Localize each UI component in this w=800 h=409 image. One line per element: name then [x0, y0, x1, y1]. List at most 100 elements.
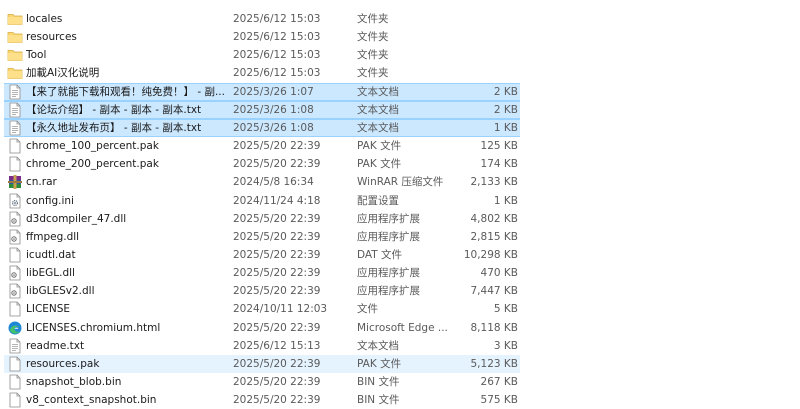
file-size: 125 KB	[480, 140, 518, 153]
file-row[interactable]: ffmpeg.dll 2025/5/20 22:39 应用程序扩展 2,815 KB	[0, 228, 800, 246]
file-list: locales 2025/6/12 15:03 文件夹 resources 2025/6…	[0, 0, 800, 406]
file-size: 5 KB	[493, 303, 518, 316]
file-date-modified: 2025/6/12 15:03	[233, 67, 321, 80]
file-row[interactable]: chrome_100_percent.pak 2025/5/20 22:39 PAK…	[0, 137, 800, 155]
file-size: 174 KB	[480, 158, 518, 171]
file-type: 文本文档	[357, 85, 399, 98]
file-name: libGLESv2.dll	[26, 285, 95, 298]
file-size: 5,123 KB	[470, 357, 519, 370]
winrar-icon	[7, 174, 23, 190]
file-size: 1 KB	[493, 194, 518, 207]
file-date-modified: 2025/5/20 22:39	[233, 140, 321, 153]
file-date-modified: 2025/5/20 22:39	[233, 376, 321, 388]
file-name: 【论坛介绍】 - 副本 - 副本 - 副本.txt	[26, 103, 202, 116]
dll-icon	[7, 211, 23, 227]
file-date-modified: 2025/5/20 22:39	[233, 285, 321, 298]
file-row[interactable]: cn.rar 2024/5/8 16:34 WinRAR 压缩文件 2,133 KB	[0, 173, 800, 191]
file-date-modified: 2024/11/24 4:18	[233, 194, 321, 207]
file-name: resources.pak	[26, 357, 100, 370]
file-row[interactable]: d3dcompiler_47.dll 2025/5/20 22:39 应用程序扩展 4…	[0, 210, 800, 228]
file-name: locales	[26, 13, 63, 25]
file-name: icudtl.dat	[26, 248, 76, 261]
file-type: 应用程序扩展	[357, 212, 420, 225]
file-size: 575 KB	[480, 394, 518, 407]
folder-icon	[7, 47, 23, 63]
file-name: ffmpeg.dll	[26, 230, 80, 243]
file-size: 4,802 KB	[470, 212, 519, 225]
settings-file-icon	[7, 193, 23, 209]
file-size: 7,447 KB	[470, 285, 519, 298]
text-file-icon	[7, 120, 23, 136]
file-name: LICENSE	[26, 303, 71, 316]
file-icon	[7, 374, 23, 390]
file-row[interactable]: 加載AI汉化说明 2025/6/12 15:03 文件夹	[0, 64, 800, 82]
file-name: Tool	[26, 49, 47, 62]
file-date-modified: 2025/6/12 15:13	[233, 339, 321, 352]
file-date-modified: 2025/5/20 22:39	[233, 248, 321, 261]
file-row[interactable]: icudtl.dat 2025/5/20 22:39 DAT 文件 10,298 KB	[0, 246, 800, 264]
file-name: resources	[26, 31, 77, 44]
file-date-modified: 2025/5/20 22:39	[233, 267, 321, 280]
file-date-modified: 2024/5/8 16:34	[233, 176, 314, 189]
text-file-icon	[7, 102, 23, 118]
file-date-modified: 2025/5/20 22:39	[233, 230, 321, 243]
folder-icon	[7, 29, 23, 45]
file-type: 文件夹	[357, 49, 389, 62]
file-type: 文件夹	[357, 13, 389, 25]
file-type: Microsoft Edge ...	[357, 321, 448, 334]
file-name: chrome_100_percent.pak	[26, 140, 159, 153]
dll-icon	[7, 229, 23, 245]
file-row[interactable]: 【来了就能下载和观看！纯免费！】 - 副... 2025/3/26 1:07 文本文…	[0, 82, 800, 101]
file-row[interactable]: libEGL.dll 2025/5/20 22:39 应用程序扩展 470 KB	[0, 264, 800, 282]
file-row[interactable]: 【永久地址发布页】 - 副本 - 副本.txt 2025/3/26 1:08 文本文…	[0, 118, 800, 137]
file-type: BIN 文件	[357, 394, 400, 407]
file-type: 文件夹	[357, 31, 389, 44]
file-row[interactable]: LICENSES.chromium.html 2025/5/20 22:39 Mic…	[0, 319, 800, 337]
file-row[interactable]: v8_context_snapshot.bin 2025/5/20 22:39 BI…	[0, 391, 800, 409]
file-row[interactable]: libGLESv2.dll 2025/5/20 22:39 应用程序扩展 7,447 …	[0, 282, 800, 300]
file-row[interactable]: Tool 2025/6/12 15:03 文件夹	[0, 46, 800, 64]
file-type: 文本文档	[357, 121, 399, 134]
dll-icon	[7, 283, 23, 299]
file-row[interactable]: snapshot_blob.bin 2025/5/20 22:39 BIN 文件 26…	[0, 373, 800, 391]
file-type: 配置设置	[357, 194, 399, 207]
file-icon	[7, 156, 23, 172]
file-size: 3 KB	[493, 339, 518, 352]
file-date-modified: 2025/3/26 1:08	[233, 103, 314, 116]
file-type: 文件夹	[357, 67, 389, 80]
file-name: snapshot_blob.bin	[26, 376, 122, 388]
file-size: 470 KB	[480, 267, 518, 280]
file-size: 267 KB	[480, 376, 518, 388]
file-row[interactable]: 【论坛介绍】 - 副本 - 副本 - 副本.txt 2025/3/26 1:08 文…	[0, 100, 800, 119]
file-size: 8,118 KB	[470, 321, 519, 334]
file-date-modified: 2025/6/12 15:03	[233, 31, 321, 44]
file-size: 10,298 KB	[463, 248, 518, 261]
file-row[interactable]: resources.pak 2025/5/20 22:39 PAK 文件 5,123 …	[0, 354, 800, 373]
file-row[interactable]: config.ini 2024/11/24 4:18 配置设置 1 KB	[0, 192, 800, 210]
file-type: 文本文档	[357, 103, 399, 116]
file-icon	[7, 356, 23, 372]
file-date-modified: 2025/5/20 22:39	[233, 394, 321, 407]
file-row[interactable]: LICENSE 2024/10/11 12:03 文件 5 KB	[0, 300, 800, 318]
file-name: libEGL.dll	[26, 267, 75, 280]
file-row[interactable]: chrome_200_percent.pak 2025/5/20 22:39 PAK…	[0, 155, 800, 173]
file-type: 文件	[357, 303, 378, 316]
file-row[interactable]: locales 2025/6/12 15:03 文件夹	[0, 10, 800, 28]
file-size: 2,133 KB	[470, 176, 519, 189]
file-name: d3dcompiler_47.dll	[26, 212, 127, 225]
file-name: 加載AI汉化说明	[26, 67, 100, 80]
dll-icon	[7, 265, 23, 281]
folder-icon	[7, 65, 23, 81]
file-date-modified: 2025/5/20 22:39	[233, 357, 321, 370]
file-size: 2,815 KB	[470, 230, 519, 243]
file-type: BIN 文件	[357, 376, 400, 388]
file-type: PAK 文件	[357, 140, 402, 153]
file-size: 2 KB	[493, 103, 518, 116]
text-file-icon	[7, 84, 23, 100]
file-icon	[7, 247, 23, 263]
file-size: 1 KB	[493, 121, 518, 134]
file-type: 应用程序扩展	[357, 285, 420, 298]
file-icon	[7, 138, 23, 154]
file-row[interactable]: resources 2025/6/12 15:03 文件夹	[0, 28, 800, 46]
file-row[interactable]: readme.txt 2025/6/12 15:13 文本文档 3 KB	[0, 337, 800, 355]
